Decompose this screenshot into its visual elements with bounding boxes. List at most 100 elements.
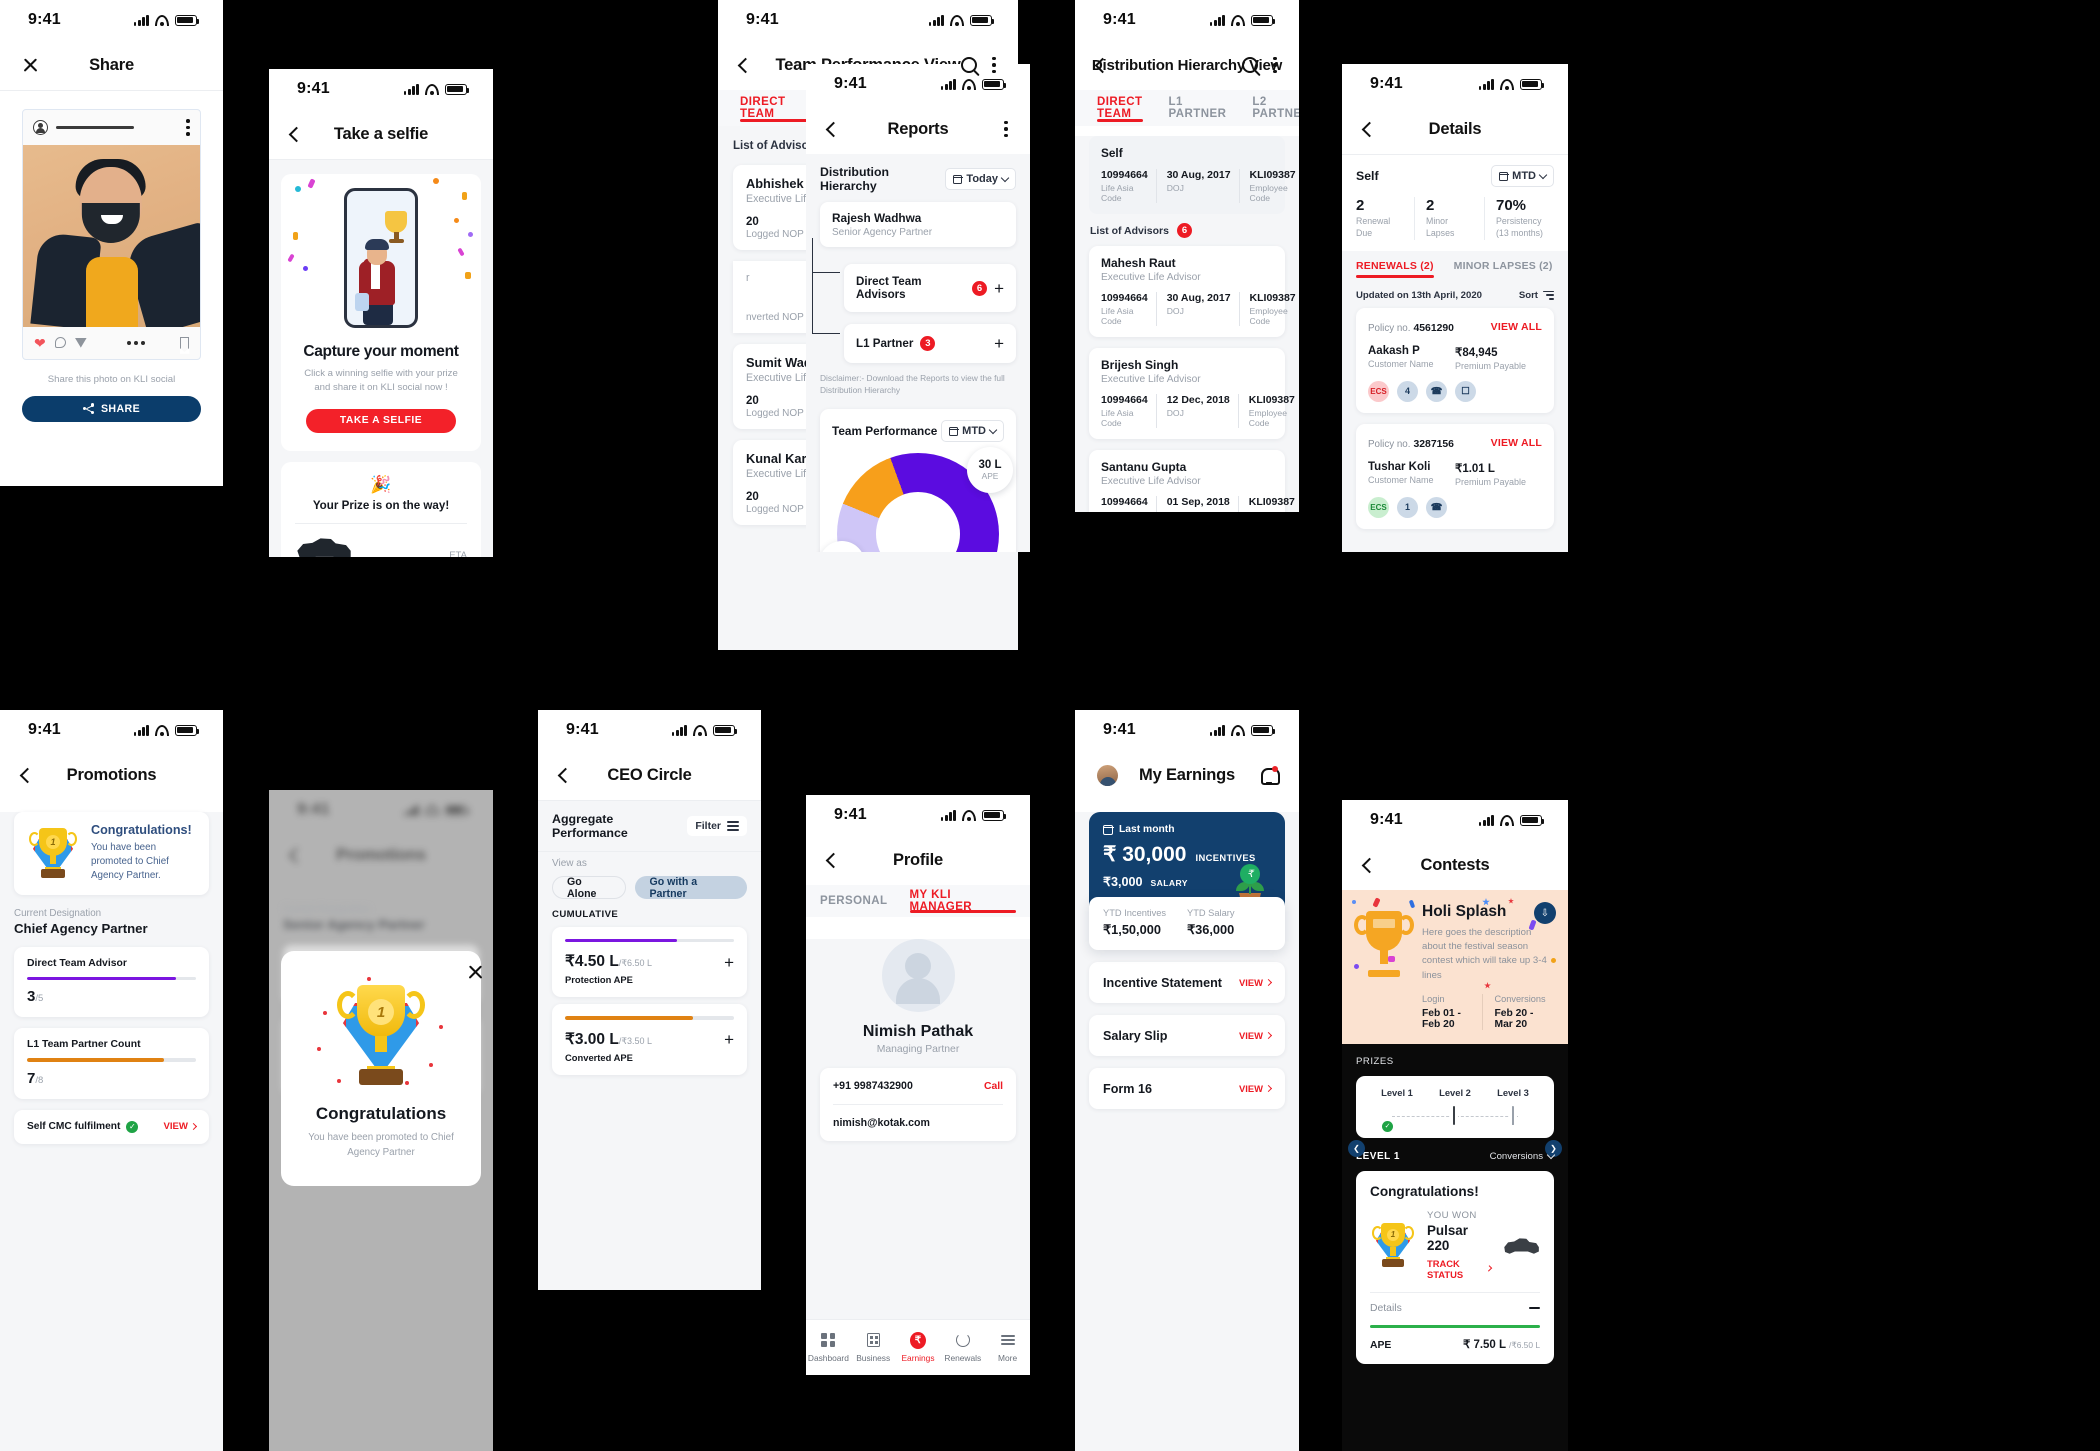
link-form-16[interactable]: Form 16 VIEW	[1089, 1068, 1285, 1109]
nav-earnings[interactable]: ₹ Earnings	[896, 1331, 941, 1363]
chat-icon[interactable]: ☐	[1455, 380, 1476, 402]
more-vertical-icon[interactable]	[1273, 56, 1277, 74]
phone-icon[interactable]: ☎	[1426, 380, 1447, 402]
toggle-go-alone[interactable]: Go Alone	[552, 876, 627, 900]
tab-my-kli-manager[interactable]: MY KLI MANAGER	[909, 885, 1017, 917]
search-icon[interactable]	[961, 57, 977, 73]
nav-business[interactable]: Business	[851, 1332, 896, 1363]
hierarchy-root-card[interactable]: Rajesh Wadhwa Senior Agency Partner	[820, 202, 1016, 247]
prizes-label: PRIZES	[1356, 1055, 1394, 1067]
nav-renewals[interactable]: Renewals	[940, 1332, 985, 1363]
nav-dashboard[interactable]: Dashboard	[806, 1332, 851, 1363]
back-button[interactable]	[737, 57, 754, 73]
heart-icon[interactable]: ❤	[34, 336, 46, 350]
status-bar: 9:41	[538, 710, 761, 750]
more-vertical-icon[interactable]	[186, 119, 190, 136]
view-link[interactable]: VIEW	[163, 1121, 198, 1132]
take-a-selfie-button[interactable]: TAKE A SELFIE	[306, 408, 456, 433]
tab-renewals[interactable]: RENEWALS (2)	[1356, 251, 1434, 282]
more-vertical-icon[interactable]	[992, 56, 996, 74]
node-direct-team-advisors[interactable]: Direct Team Advisors 6 +	[844, 264, 1016, 312]
eta-label: ETA	[449, 549, 467, 557]
send-icon[interactable]	[74, 337, 87, 348]
metric-value: ₹4.50 L	[565, 953, 619, 971]
email-row: nimish@kotak.com	[833, 1105, 1003, 1141]
details-toggle-row[interactable]: Details	[1370, 1293, 1540, 1314]
track-status-label: TRACK STATUS	[1427, 1257, 1464, 1280]
more-dots-icon[interactable]	[127, 340, 145, 345]
link-incentive-statement[interactable]: Incentive Statement VIEW	[1089, 962, 1285, 1003]
nav-more[interactable]: More	[985, 1332, 1030, 1363]
download-icon[interactable]: ⇩	[1534, 902, 1556, 924]
comment-icon[interactable]	[54, 337, 66, 349]
bell-icon[interactable]	[1260, 766, 1280, 786]
track-status-link[interactable]: TRACK STATUS	[1427, 1257, 1493, 1280]
view-link[interactable]: VIEW	[1239, 1030, 1273, 1041]
tab-l1-partner[interactable]: L1 PARTNER	[1169, 90, 1227, 126]
cmc-label: Self CMC fulfilment	[27, 1121, 121, 1133]
avatar-button[interactable]	[1097, 764, 1118, 786]
doj-label: DOJ	[1167, 510, 1230, 512]
cellular-icon	[1209, 724, 1225, 736]
period-selector[interactable]: Today	[945, 168, 1016, 190]
ape-label: APE	[1370, 1340, 1392, 1352]
phone-icon[interactable]: ☎	[1426, 496, 1447, 518]
expand-icon[interactable]: +	[724, 1030, 734, 1050]
view-all-link[interactable]: VIEW ALL	[1491, 321, 1542, 333]
logged-nop-label: Logged NOP	[746, 229, 804, 240]
expand-icon[interactable]: +	[724, 953, 734, 973]
back-button[interactable]	[825, 852, 842, 868]
node-count-badge: 6	[972, 280, 988, 296]
chart-period-selector[interactable]: MTD	[941, 420, 1004, 443]
table-row[interactable]: Brijesh Singh Executive Life Advisor 109…	[1089, 348, 1295, 439]
wifi-icon	[693, 724, 707, 736]
metric-value: ₹3.00 L	[565, 1030, 619, 1048]
back-button[interactable]	[825, 121, 842, 137]
back-button[interactable]	[557, 767, 574, 783]
carousel-prev-button[interactable]: ❮	[1348, 1139, 1365, 1157]
back-button[interactable]	[1361, 857, 1378, 873]
status-time: 9:41	[566, 721, 599, 738]
tab-direct-team[interactable]: DIRECT TEAM	[740, 90, 813, 126]
call-button[interactable]: Call	[984, 1081, 1003, 1092]
expand-icon[interactable]: +	[994, 280, 1004, 297]
back-button[interactable]	[288, 126, 305, 142]
view-label: VIEW	[1239, 977, 1263, 988]
more-vertical-icon[interactable]	[1004, 120, 1008, 138]
battery-icon	[175, 14, 200, 26]
policy-card[interactable]: Policy no. 4561290 VIEW ALL Aakash P Custo…	[1356, 307, 1554, 413]
table-row[interactable]: Santanu Gupta Executive Life Advisor 109…	[1089, 450, 1295, 512]
chevron-right-icon	[1264, 978, 1273, 987]
period-selector[interactable]: MTD	[1491, 165, 1554, 187]
node-l1-partner[interactable]: L1 Partner 3 +	[844, 324, 1016, 363]
tab-personal[interactable]: PERSONAL	[820, 885, 888, 917]
filter-button[interactable]: Filter	[687, 816, 747, 836]
bookmark-icon[interactable]	[180, 336, 189, 349]
win-label: YOU WON	[1427, 1209, 1477, 1221]
toggle-go-with-a-partner[interactable]: Go with a Partner	[635, 876, 747, 900]
life-asia-label: Life Asia Code	[1101, 510, 1148, 512]
search-icon[interactable]	[1242, 57, 1258, 73]
persistency-label: Persistency (13 months)	[1496, 216, 1543, 238]
contests-navbar: Contests	[1342, 840, 1568, 890]
view-link[interactable]: VIEW	[1239, 977, 1273, 988]
collapse-icon[interactable]	[1529, 1307, 1540, 1310]
policy-card[interactable]: Policy no. 3287156 VIEW ALL Tushar Koli Cu…	[1356, 423, 1554, 529]
tab-direct-team[interactable]: DIRECT TEAM	[1097, 90, 1143, 126]
sort-button[interactable]: Sort	[1519, 290, 1554, 301]
view-all-link[interactable]: VIEW ALL	[1491, 437, 1542, 449]
share-button[interactable]: SHARE	[22, 395, 201, 422]
view-link[interactable]: VIEW	[1239, 1083, 1273, 1094]
back-button[interactable]	[19, 767, 36, 783]
tab-l2-partner[interactable]: L2 PARTNER	[1252, 90, 1299, 126]
back-button[interactable]	[1361, 121, 1378, 137]
link-salary-slip[interactable]: Salary Slip VIEW	[1089, 1015, 1285, 1056]
table-row[interactable]: Mahesh Raut Executive Life Advisor 10994…	[1089, 246, 1296, 337]
expand-icon[interactable]: +	[994, 335, 1004, 352]
back-button[interactable]	[1094, 57, 1111, 73]
tab-minor-lapses[interactable]: MINOR LAPSES (2)	[1454, 251, 1553, 282]
cmc-row[interactable]: Self CMC fulfilment ✓ VIEW	[14, 1109, 209, 1144]
close-button[interactable]	[22, 57, 39, 74]
level-filter-selector[interactable]: Conversions	[1490, 1151, 1556, 1162]
life-asia-code: 10994664	[1101, 496, 1148, 508]
